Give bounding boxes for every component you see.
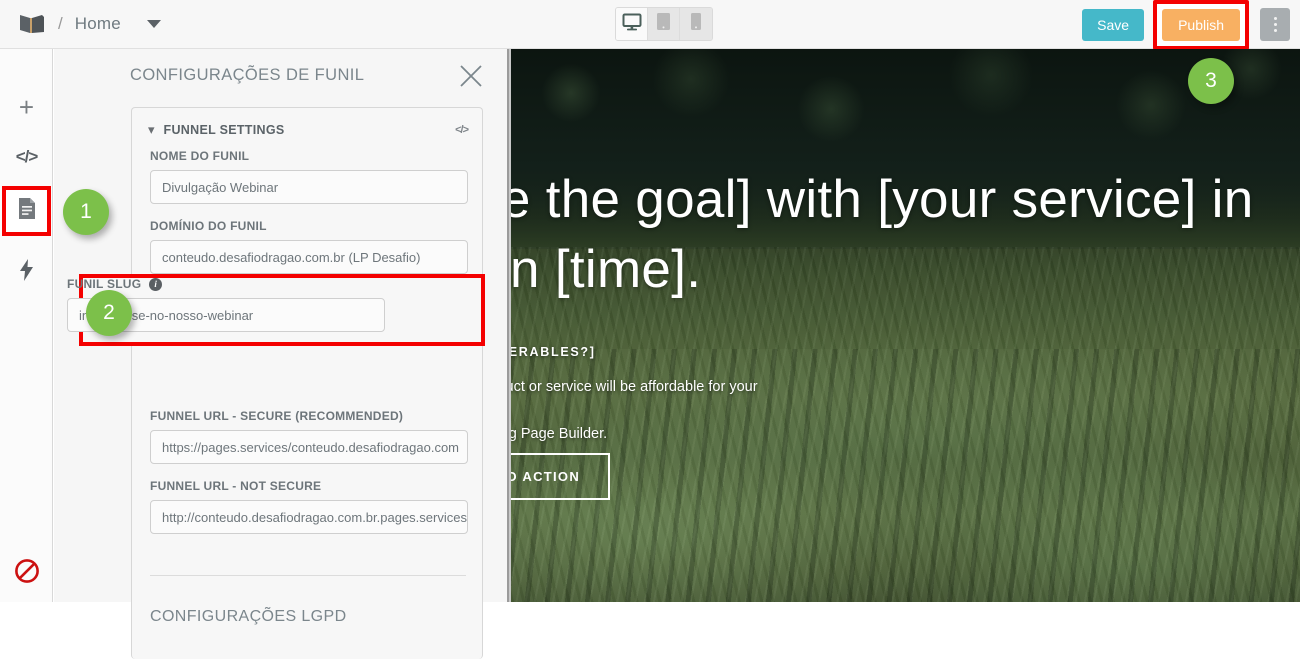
left-icon-rail: + </> (0, 49, 53, 602)
save-button[interactable]: Save (1082, 8, 1145, 41)
publish-button[interactable]: Publish (1162, 8, 1240, 41)
tablet-icon (656, 12, 671, 36)
device-desktop-button[interactable] (616, 8, 648, 40)
breadcrumb-separator: / (58, 14, 63, 33)
book-logo-icon[interactable] (18, 13, 46, 35)
breadcrumb: / Home (0, 13, 161, 35)
field-label: NOME DO FUNIL (150, 149, 250, 163)
mobile-icon (690, 12, 702, 36)
chevron-down-icon[interactable] (146, 20, 161, 28)
device-mobile-button[interactable] (680, 8, 712, 40)
funnel-settings-card: ▾ FUNNEL SETTINGS </> NOME DO FUNIL Divu… (131, 107, 483, 659)
step-badge-1: 1 (63, 189, 109, 235)
hero-body-text[interactable]: [Explain here how your product or servic… (511, 376, 1300, 446)
info-icon[interactable]: i (149, 277, 163, 291)
funnel-settings-section-header[interactable]: ▾ FUNNEL SETTINGS </> (148, 122, 469, 138)
lightning-bolt-icon[interactable] (0, 245, 53, 295)
funnel-url-secure-input[interactable]: https://pages.services/conteudo.desafiod… (150, 430, 468, 464)
field-dominio-do-funil: DOMÍNIO DO FUNIL conteudo.desafiodragao.… (150, 219, 468, 274)
hero-copy: [Achieve the goal] with [your service] i… (511, 165, 1300, 446)
field-funnel-url-not-secure: FUNNEL URL - NOT SECURE http://conteudo.… (150, 479, 468, 534)
document-icon-highlight-box (2, 186, 51, 236)
dominio-do-funil-input[interactable]: conteudo.desafiodragao.com.br (LP Desafi… (150, 240, 468, 274)
more-vertical-icon[interactable] (1260, 8, 1290, 41)
field-funnel-url-secure: FUNNEL URL - SECURE (RECOMMENDED) https:… (150, 409, 468, 464)
top-toolbar: / Home Save Publish (0, 0, 1300, 50)
step-badge-3: 3 (1188, 58, 1234, 104)
document-icon[interactable] (17, 197, 37, 225)
breadcrumb-home-link[interactable]: Home (75, 14, 121, 34)
hero-kicker[interactable]: [WHAT ARE YOUR DELIVERABLES?] (511, 345, 1300, 359)
hero-heading[interactable]: [Achieve the goal] with [your service] i… (511, 165, 1300, 305)
toolbar-actions: Save Publish (1082, 0, 1290, 50)
code-icon[interactable]: </> (0, 132, 53, 182)
lgpd-section-title: CONFIGURAÇÕES LGPD (150, 608, 347, 625)
field-label: DOMÍNIO DO FUNIL (150, 219, 267, 233)
prohibited-icon[interactable] (0, 548, 53, 593)
panel-title: CONFIGURAÇÕES DE FUNIL (130, 66, 365, 84)
chevron-down-icon[interactable]: ▾ (148, 122, 155, 138)
nome-do-funil-input[interactable]: Divulgação Webinar (150, 170, 468, 204)
device-preview-toggle[interactable] (615, 7, 713, 41)
field-label: FUNNEL URL - NOT SECURE (150, 479, 322, 493)
field-label: FUNIL SLUG i (67, 277, 385, 291)
close-icon[interactable] (458, 63, 484, 89)
field-label-text: FUNIL SLUG (67, 277, 142, 291)
desktop-icon (622, 13, 642, 36)
plus-icon[interactable]: + (0, 82, 53, 132)
funnel-url-not-secure-input[interactable]: http://conteudo.desafiodragao.com.br.pag… (150, 500, 468, 534)
call-to-action-button[interactable]: CALL TO ACTION (511, 453, 611, 500)
device-tablet-button[interactable] (648, 8, 680, 40)
field-nome-do-funil: NOME DO FUNIL Divulgação Webinar (150, 149, 468, 204)
section-title: FUNNEL SETTINGS (163, 123, 285, 137)
field-label: FUNNEL URL - SECURE (RECOMMENDED) (150, 409, 404, 423)
publish-highlight-box: Publish (1153, 0, 1249, 50)
section-divider (150, 575, 466, 576)
landing-page-preview[interactable]: [Achieve the goal] with [your service] i… (511, 49, 1300, 602)
code-icon[interactable]: </> (455, 124, 469, 136)
step-badge-2: 2 (86, 290, 132, 336)
